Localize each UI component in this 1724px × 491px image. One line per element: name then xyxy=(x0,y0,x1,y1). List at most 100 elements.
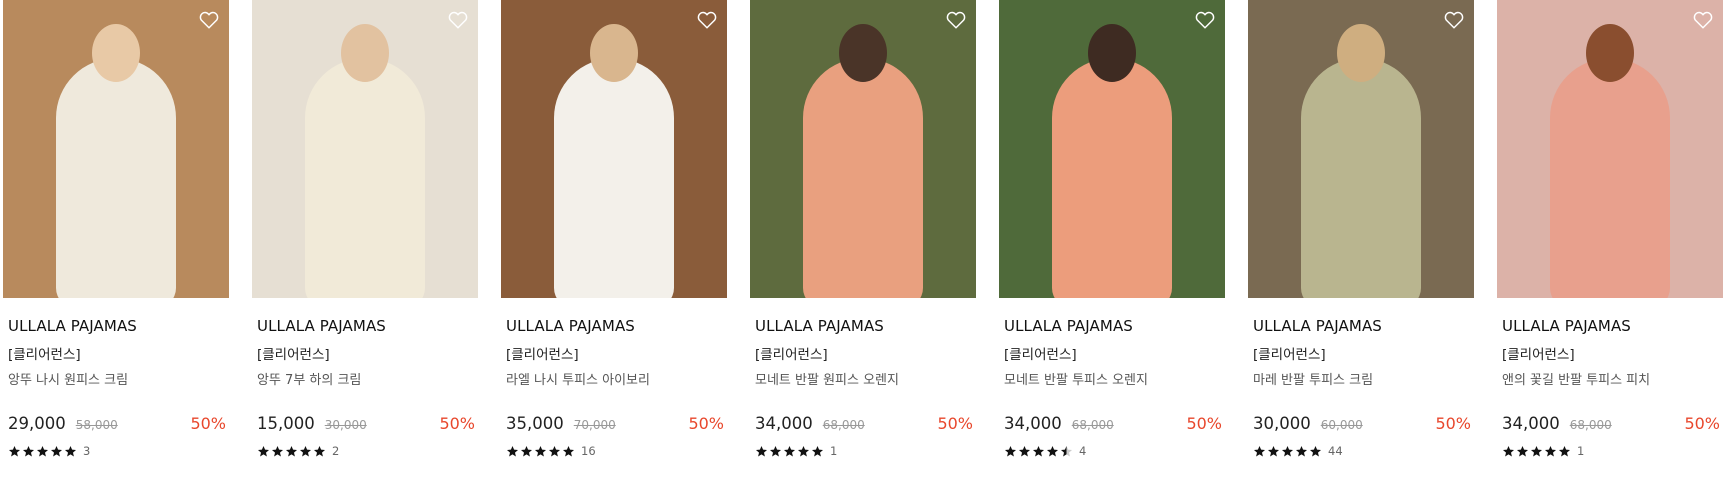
star-icon xyxy=(811,445,824,456)
original-price: 30,000 xyxy=(324,418,367,432)
wishlist-heart-icon[interactable] xyxy=(1692,9,1714,31)
discount-rate: 50% xyxy=(1684,414,1720,433)
star-icon xyxy=(755,445,768,456)
wishlist-heart-icon[interactable] xyxy=(198,9,220,31)
wishlist-heart-icon[interactable] xyxy=(945,9,967,31)
product-image[interactable] xyxy=(3,0,229,298)
product-name[interactable]: 앤의 꽃길 반팔 투피스 피치 xyxy=(1497,369,1723,388)
photo-garment xyxy=(1550,58,1670,298)
product-name[interactable]: 모네트 반팔 원피스 오렌지 xyxy=(750,369,976,388)
star-icon xyxy=(520,445,533,456)
sale-price: 34,000 xyxy=(755,414,813,433)
product-name[interactable]: 앙뚜 나시 원피스 크림 xyxy=(3,369,229,388)
product-card[interactable]: ULLALA PAJAMAS [클리어런스] 앤의 꽃길 반팔 투피스 피치 34,0… xyxy=(1497,0,1723,458)
product-tag: [클리어런스] xyxy=(1502,347,1575,363)
price-row: 15,000 30,000 50% xyxy=(252,414,478,433)
product-name[interactable]: 앙뚜 7부 하의 크림 xyxy=(252,369,478,388)
review-count: 16 xyxy=(581,444,596,458)
wishlist-heart-icon[interactable] xyxy=(1194,9,1216,31)
rating-row: 4 xyxy=(999,444,1086,458)
star-icon xyxy=(1267,445,1280,456)
original-price: 60,000 xyxy=(1320,418,1363,432)
product-image[interactable] xyxy=(750,0,976,298)
product-brand[interactable]: ULLALA PAJAMAS xyxy=(501,317,727,335)
rating-stars xyxy=(755,445,824,458)
star-icon xyxy=(285,445,298,456)
star-icon xyxy=(313,445,326,456)
wishlist-heart-icon[interactable] xyxy=(1443,9,1465,31)
original-price: 68,000 xyxy=(1071,418,1114,432)
product-image[interactable] xyxy=(1497,0,1723,298)
photo-model-head xyxy=(341,24,389,82)
product-tag: [클리어런스] xyxy=(8,347,81,363)
review-count: 44 xyxy=(1328,444,1343,458)
discount-rate: 50% xyxy=(688,414,724,433)
sale-price: 29,000 xyxy=(8,414,66,433)
product-name[interactable]: 마레 반팔 투피스 크림 xyxy=(1248,369,1474,388)
star-icon xyxy=(22,445,35,456)
price-row: 29,000 58,000 50% xyxy=(3,414,229,433)
star-icon xyxy=(506,445,519,456)
product-image[interactable] xyxy=(252,0,478,298)
product-name[interactable]: 라엘 나시 투피스 아이보리 xyxy=(501,369,727,388)
review-count: 1 xyxy=(1577,444,1585,458)
product-card[interactable]: ULLALA PAJAMAS [클리어런스] 라엘 나시 투피스 아이보리 35,00… xyxy=(501,0,727,458)
product-tag: [클리어런스] xyxy=(257,347,330,363)
photo-garment xyxy=(554,58,674,298)
product-card[interactable]: ULLALA PAJAMAS [클리어런스] 앙뚜 나시 원피스 크림 29,000 5… xyxy=(3,0,229,458)
star-icon xyxy=(1253,445,1266,456)
price-row: 30,000 60,000 50% xyxy=(1248,414,1474,433)
product-brand[interactable]: ULLALA PAJAMAS xyxy=(999,317,1225,335)
rating-stars xyxy=(8,445,77,458)
product-card[interactable]: ULLALA PAJAMAS [클리어런스] 마레 반팔 투피스 크림 30,000 6… xyxy=(1248,0,1474,458)
product-image[interactable] xyxy=(1248,0,1474,298)
product-image[interactable] xyxy=(999,0,1225,298)
product-card[interactable]: ULLALA PAJAMAS [클리어런스] 모네트 반팔 원피스 오렌지 34,00… xyxy=(750,0,976,458)
price-row: 35,000 70,000 50% xyxy=(501,414,727,433)
product-brand[interactable]: ULLALA PAJAMAS xyxy=(3,317,229,335)
wishlist-heart-icon[interactable] xyxy=(696,9,718,31)
product-card[interactable]: ULLALA PAJAMAS [클리어런스] 모네트 반팔 투피스 오렌지 34,00… xyxy=(999,0,1225,458)
star-icon xyxy=(1558,445,1571,456)
photo-model-head xyxy=(839,24,887,82)
rating-row: 3 xyxy=(3,444,90,458)
original-price: 68,000 xyxy=(1569,418,1612,432)
product-card[interactable]: ULLALA PAJAMAS [클리어런스] 앙뚜 7부 하의 크림 15,000 30… xyxy=(252,0,478,458)
star-icon xyxy=(562,445,575,456)
discount-rate: 50% xyxy=(190,414,226,433)
star-icon xyxy=(1060,445,1073,456)
rating-stars xyxy=(257,445,326,458)
star-icon xyxy=(1032,445,1045,456)
star-icon xyxy=(534,445,547,456)
review-count: 1 xyxy=(830,444,838,458)
product-name[interactable]: 모네트 반팔 투피스 오렌지 xyxy=(999,369,1225,388)
photo-garment xyxy=(1052,58,1172,298)
product-brand[interactable]: ULLALA PAJAMAS xyxy=(252,317,478,335)
original-price: 70,000 xyxy=(573,418,616,432)
photo-garment xyxy=(1301,58,1421,298)
sale-price: 15,000 xyxy=(257,414,315,433)
rating-row: 16 xyxy=(501,444,596,458)
star-icon xyxy=(1502,445,1515,456)
discount-rate: 50% xyxy=(1435,414,1471,433)
review-count: 3 xyxy=(83,444,91,458)
product-image[interactable] xyxy=(501,0,727,298)
star-icon xyxy=(1018,445,1031,456)
product-brand[interactable]: ULLALA PAJAMAS xyxy=(1497,317,1723,335)
star-icon xyxy=(1309,445,1322,456)
sale-price: 30,000 xyxy=(1253,414,1311,433)
photo-model-head xyxy=(92,24,140,82)
rating-stars xyxy=(1253,445,1322,458)
review-count: 4 xyxy=(1079,444,1087,458)
product-brand[interactable]: ULLALA PAJAMAS xyxy=(750,317,976,335)
star-icon xyxy=(783,445,796,456)
rating-row: 44 xyxy=(1248,444,1343,458)
product-brand[interactable]: ULLALA PAJAMAS xyxy=(1248,317,1474,335)
rating-stars xyxy=(1502,445,1571,458)
star-icon xyxy=(1544,445,1557,456)
star-icon xyxy=(1516,445,1529,456)
star-icon xyxy=(8,445,21,456)
photo-garment xyxy=(56,58,176,298)
rating-row: 1 xyxy=(750,444,837,458)
wishlist-heart-icon[interactable] xyxy=(447,9,469,31)
